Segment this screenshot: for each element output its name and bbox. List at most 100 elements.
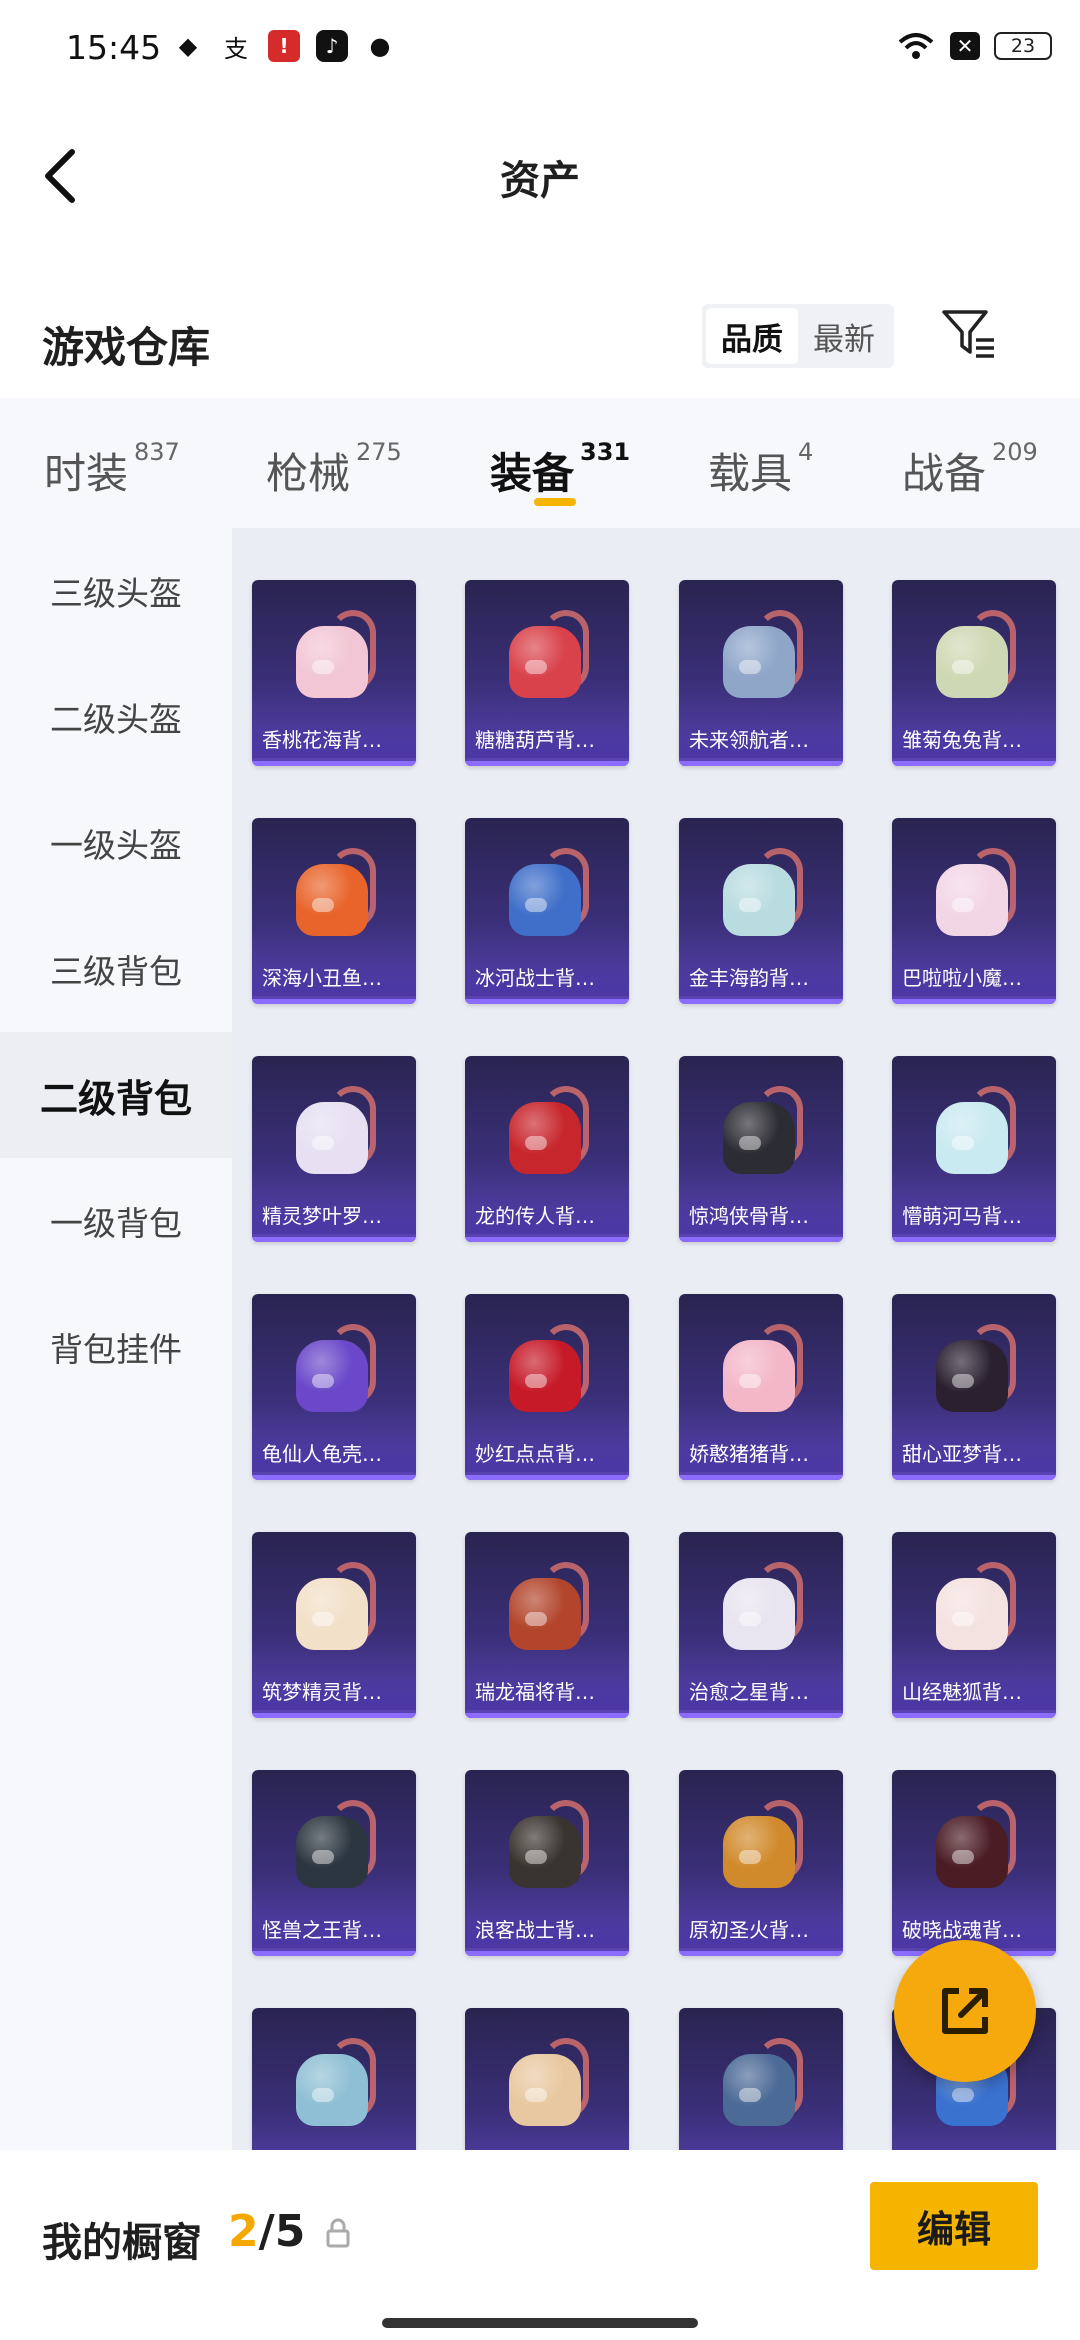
item-card[interactable]: 瑞龙福将背… — [465, 1532, 629, 1718]
sidebar-item-backpack-lv2[interactable]: 二级背包 — [0, 1032, 232, 1158]
item-card[interactable] — [679, 2008, 843, 2150]
backpack-image — [932, 1794, 1016, 1894]
item-card[interactable]: 原初圣火背… — [679, 1770, 843, 1956]
tab-battle-prep[interactable]: 战备 209 — [902, 438, 1038, 501]
tab-count: 837 — [134, 438, 180, 466]
item-card[interactable]: 甜心亚梦背… — [892, 1294, 1056, 1480]
page-title: 资产 — [500, 158, 580, 204]
item-card[interactable]: 雏菊兔兔背… — [892, 580, 1056, 766]
backpack-image — [292, 2032, 376, 2132]
backpack-highlight — [312, 1374, 334, 1388]
item-card[interactable]: 妙红点点背… — [465, 1294, 629, 1480]
item-card[interactable]: 山经魅狐背… — [892, 1532, 1056, 1718]
tab-count: 275 — [356, 438, 402, 466]
item-card[interactable]: 懵萌河马背… — [892, 1056, 1056, 1242]
backpack-highlight — [312, 660, 334, 674]
lock-icon — [326, 2218, 350, 2248]
backpack-body — [936, 1816, 1008, 1888]
backpack-image — [292, 1794, 376, 1894]
backpack-image — [292, 842, 376, 942]
sidebar-item-backpack-lv1[interactable]: 一级背包 — [0, 1158, 232, 1284]
backpack-highlight — [952, 1850, 974, 1864]
item-name: 原初圣火背… — [679, 1908, 843, 1948]
item-card[interactable]: 冰河战士背… — [465, 818, 629, 1004]
backpack-image — [292, 1556, 376, 1656]
sort-option-newest[interactable]: 最新 — [798, 308, 890, 364]
item-card[interactable]: 筑梦精灵背… — [252, 1532, 416, 1718]
sidebar-item-helmet-lv2[interactable]: 二级头盔 — [0, 654, 232, 780]
backpack-body — [509, 1340, 581, 1412]
item-card[interactable] — [465, 2008, 629, 2150]
item-card[interactable]: 娇憨猪猪背… — [679, 1294, 843, 1480]
sidebar-item-helmet-lv1[interactable]: 一级头盔 — [0, 780, 232, 906]
item-card[interactable]: 治愈之星背… — [679, 1532, 843, 1718]
item-name: 娇憨猪猪背… — [679, 1432, 843, 1472]
item-card[interactable]: 精灵梦叶罗… — [252, 1056, 416, 1242]
showcase-label: 我的橱窗 — [42, 2220, 202, 2266]
backpack-highlight — [312, 2088, 334, 2102]
edit-button[interactable]: 编辑 — [870, 2182, 1038, 2270]
tab-label: 载具 — [708, 449, 793, 498]
item-name: 龙的传人背… — [465, 1194, 629, 1234]
home-indicator[interactable] — [382, 2318, 698, 2328]
backpack-body — [936, 864, 1008, 936]
tab-label: 装备 — [490, 449, 575, 498]
backpack-image — [505, 2032, 589, 2132]
item-card[interactable]: 香桃花海背… — [252, 580, 416, 766]
sidebar-item-backpack-pendant[interactable]: 背包挂件 — [0, 1284, 232, 1410]
item-card[interactable]: 金丰海韵背… — [679, 818, 843, 1004]
item-card[interactable]: 浪客战士背… — [465, 1770, 629, 1956]
tab-fashion[interactable]: 时装 837 — [44, 438, 180, 501]
backpack-body — [509, 2054, 581, 2126]
backpack-highlight — [312, 898, 334, 912]
backpack-image — [505, 1794, 589, 1894]
item-card[interactable]: 龟仙人龟壳… — [252, 1294, 416, 1480]
backpack-highlight — [525, 1612, 547, 1626]
item-card[interactable]: 巴啦啦小魔… — [892, 818, 1056, 1004]
tab-weapons[interactable]: 枪械 275 — [266, 438, 402, 501]
item-card[interactable]: 糖糖葫芦背… — [465, 580, 629, 766]
backpack-body — [723, 2054, 795, 2126]
item-card[interactable]: 未来领航者… — [679, 580, 843, 766]
backpack-highlight — [525, 898, 547, 912]
backpack-body — [509, 1578, 581, 1650]
item-card[interactable]: 龙的传人背… — [465, 1056, 629, 1242]
top-app-bar: 资产 — [0, 96, 1080, 246]
backpack-highlight — [312, 1612, 334, 1626]
backpack-image — [719, 1556, 803, 1656]
category-tabs: 时装 837 枪械 275 装备 331 载具 4 战备 209 — [0, 398, 1080, 528]
item-name: 浪客战士背… — [465, 1908, 629, 1948]
item-card[interactable]: 惊鸿侠骨背… — [679, 1056, 843, 1242]
red-app-icon: ! — [268, 30, 300, 62]
item-name: 怪兽之王背… — [252, 1908, 416, 1948]
backpack-image — [932, 1556, 1016, 1656]
backpack-highlight — [739, 898, 761, 912]
tab-equipment[interactable]: 装备 331 — [490, 438, 630, 501]
tab-vehicles[interactable]: 载具 4 — [708, 438, 813, 501]
backpack-body — [509, 1102, 581, 1174]
item-name: 治愈之星背… — [679, 1670, 843, 1710]
sidebar-item-helmet-lv3[interactable]: 三级头盔 — [0, 528, 232, 654]
backpack-highlight — [739, 2088, 761, 2102]
backpack-highlight — [952, 898, 974, 912]
sidebar-item-backpack-lv3[interactable]: 三级背包 — [0, 906, 232, 1032]
backpack-body — [936, 1102, 1008, 1174]
item-card[interactable] — [252, 2008, 416, 2150]
backpack-image — [505, 604, 589, 704]
share-fab[interactable] — [894, 1940, 1036, 2082]
sort-option-quality[interactable]: 品质 — [706, 308, 798, 364]
backpack-body — [936, 626, 1008, 698]
filter-icon[interactable] — [938, 304, 998, 364]
tiktok-icon: ♪ — [316, 30, 348, 62]
item-card[interactable]: 怪兽之王背… — [252, 1770, 416, 1956]
backpack-image — [932, 604, 1016, 704]
backpack-image — [932, 1318, 1016, 1418]
showcase-current: 2 — [228, 2206, 259, 2257]
backpack-highlight — [739, 1136, 761, 1150]
showcase-bar: 我的橱窗 2/5 编辑 — [0, 2150, 1080, 2340]
item-card[interactable]: 破晓战魂背… — [892, 1770, 1056, 1956]
item-card[interactable]: 深海小丑鱼… — [252, 818, 416, 1004]
item-name: 瑞龙福将背… — [465, 1670, 629, 1710]
tab-label: 枪械 — [266, 449, 351, 498]
backpack-image — [932, 1080, 1016, 1180]
